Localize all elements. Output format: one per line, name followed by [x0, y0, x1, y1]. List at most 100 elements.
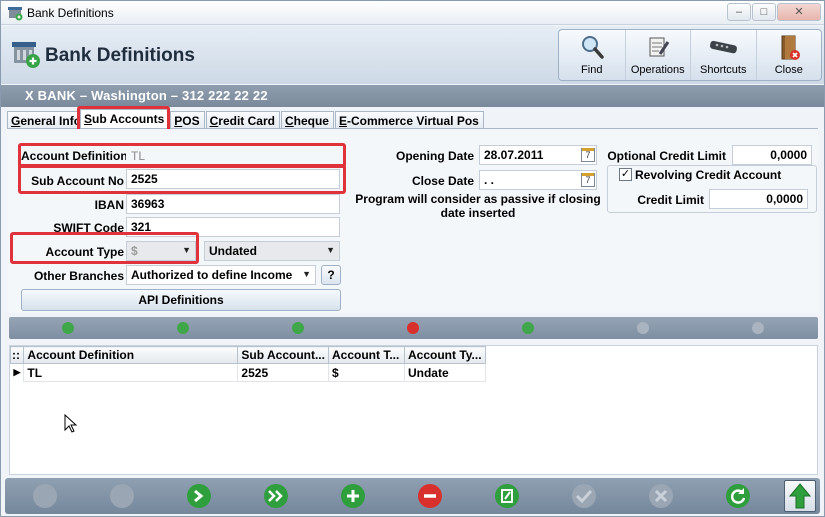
minimize-button[interactable]: – — [727, 3, 751, 21]
passive-note: Program will consider as passive if clos… — [355, 192, 601, 220]
grid-cancel-icon — [752, 322, 764, 334]
previous-record-icon — [110, 484, 134, 508]
table-cell[interactable]: Undate — [403, 363, 486, 382]
help-button[interactable]: ? — [321, 265, 341, 285]
shortcuts-button[interactable]: Shortcuts — [690, 30, 756, 80]
magnifier-icon — [582, 36, 604, 59]
chevron-down-icon: ▼ — [326, 245, 335, 255]
other-branches-label: Other Branches — [33, 269, 124, 283]
sub-accounts-grid: :: Account Definition Sub Account... Acc… — [9, 345, 818, 475]
maximize-button[interactable]: □ — [752, 3, 776, 21]
bank-app-icon — [8, 7, 23, 21]
swift-code-label: SWIFT Code — [53, 221, 124, 235]
add-record-button[interactable] — [341, 484, 365, 508]
header-toolbar: Find Operations Shortcuts Close — [558, 29, 822, 81]
table-cell[interactable]: TL — [23, 363, 239, 382]
account-type-label: Account Type — [45, 245, 124, 259]
close-door-icon — [781, 35, 800, 60]
go-top-button[interactable] — [784, 480, 816, 512]
window-close-button[interactable]: ✕ — [777, 3, 821, 21]
first-record-icon — [33, 484, 57, 508]
grid-delete-icon[interactable] — [407, 322, 419, 334]
optional-credit-limit-label: Optional Credit Limit — [607, 149, 726, 163]
column-header[interactable]: Account T... — [327, 346, 405, 364]
close-date-calendar-icon[interactable]: 7 — [581, 173, 595, 187]
account-definition-field[interactable]: TL — [126, 146, 341, 166]
grid-header-row: :: Account Definition Sub Account... Acc… — [9, 346, 486, 364]
shortcuts-icon — [710, 40, 737, 54]
revolving-credit-checkbox[interactable]: ✓ — [619, 168, 632, 181]
operations-icon — [649, 37, 669, 57]
credit-limit-field[interactable]: 0,0000 — [709, 189, 808, 209]
row-indicator-icon: ▶ — [13, 367, 21, 378]
iban-field[interactable]: 36963 — [126, 194, 340, 214]
cancel-icon — [649, 484, 673, 508]
credit-limit-label: Credit Limit — [637, 193, 704, 207]
close-label: Close — [774, 64, 803, 76]
account-type-select[interactable]: $ ▼ — [126, 241, 196, 261]
operations-label: Operations — [630, 64, 685, 76]
find-label: Find — [581, 64, 603, 76]
shortcuts-label: Shortcuts — [700, 64, 747, 76]
account-definition-label: Account Definition — [21, 149, 128, 163]
title-bar: Bank Definitions – □ ✕ — [1, 1, 824, 25]
optional-credit-limit-field[interactable]: 0,0000 — [732, 145, 812, 165]
table-cell[interactable]: 2525 — [237, 363, 329, 382]
checkmark-icon — [575, 489, 593, 504]
page-title: Bank Definitions — [45, 45, 195, 66]
delete-record-button[interactable] — [418, 484, 442, 508]
operations-button[interactable]: Operations — [624, 30, 691, 80]
close-date-value: . . — [484, 173, 495, 187]
grid-toolbar — [9, 317, 818, 339]
opening-date-calendar-icon[interactable]: 7 — [581, 148, 595, 162]
grid-edit-icon[interactable] — [522, 322, 534, 334]
chevron-down-icon: ▼ — [182, 245, 191, 255]
chevron-down-icon: ▼ — [302, 269, 311, 279]
account-term-select[interactable]: Undated ▼ — [204, 241, 340, 261]
account-type-value: $ — [131, 244, 138, 258]
sub-account-no-field[interactable]: 2525 — [126, 169, 340, 189]
swift-code-field[interactable]: 321 — [126, 217, 340, 237]
last-record-button[interactable] — [264, 484, 288, 508]
grid-confirm-icon — [637, 322, 649, 334]
find-button[interactable]: Find — [559, 30, 625, 80]
other-branches-select[interactable]: Authorized to define Income ▼ — [126, 265, 316, 285]
minus-icon — [424, 494, 436, 498]
grid-first-icon[interactable] — [62, 322, 74, 334]
iban-label: IBAN — [94, 198, 124, 212]
tab-sub-accounts[interactable]: Sub Accounts — [80, 109, 170, 130]
close-date-field[interactable]: . . — [479, 170, 597, 190]
revolving-credit-label: Revolving Credit Account — [635, 168, 782, 182]
refresh-button[interactable] — [726, 484, 750, 508]
footer-navigation — [5, 478, 820, 514]
next-record-button[interactable] — [187, 484, 211, 508]
arrow-up-icon — [788, 483, 812, 509]
table-row[interactable]: ▶ TL 2525 $ Undate — [11, 363, 486, 382]
tab-strip: General Info Sub Accounts POS Credit Car… — [7, 109, 485, 130]
other-branches-value: Authorized to define Income — [131, 268, 293, 282]
api-definitions-button[interactable]: API Definitions — [21, 289, 341, 311]
double-arrow-right-icon — [268, 490, 283, 502]
bank-definitions-window: Bank Definitions – □ ✕ Bank Definitions … — [0, 0, 825, 517]
column-header[interactable]: Account Ty... — [403, 346, 486, 364]
plus-icon — [347, 490, 359, 502]
close-date-label: Close Date — [411, 174, 474, 188]
edit-record-button[interactable] — [495, 484, 519, 508]
mouse-cursor-icon — [64, 414, 78, 433]
close-button[interactable]: Close — [755, 30, 822, 80]
grid-next-icon[interactable] — [177, 322, 189, 334]
arrow-right-icon — [194, 489, 204, 503]
column-header[interactable]: Account Definition — [23, 346, 239, 364]
table-cell[interactable]: $ — [327, 363, 405, 382]
bank-info-bar: X BANK – Washington – 312 222 22 22 — [1, 85, 824, 107]
window-title: Bank Definitions — [27, 6, 114, 20]
opening-date-value: 28.07.2011 — [484, 148, 544, 162]
opening-date-field[interactable]: 28.07.2011 — [479, 145, 597, 165]
opening-date-label: Opening Date — [395, 149, 474, 163]
edit-icon — [501, 489, 513, 503]
page-header: Bank Definitions Find Operations Shortcu… — [1, 26, 824, 84]
x-icon — [654, 489, 668, 503]
column-header[interactable]: Sub Account... — [237, 346, 329, 364]
grid-add-icon[interactable] — [292, 322, 304, 334]
confirm-icon — [572, 484, 596, 508]
